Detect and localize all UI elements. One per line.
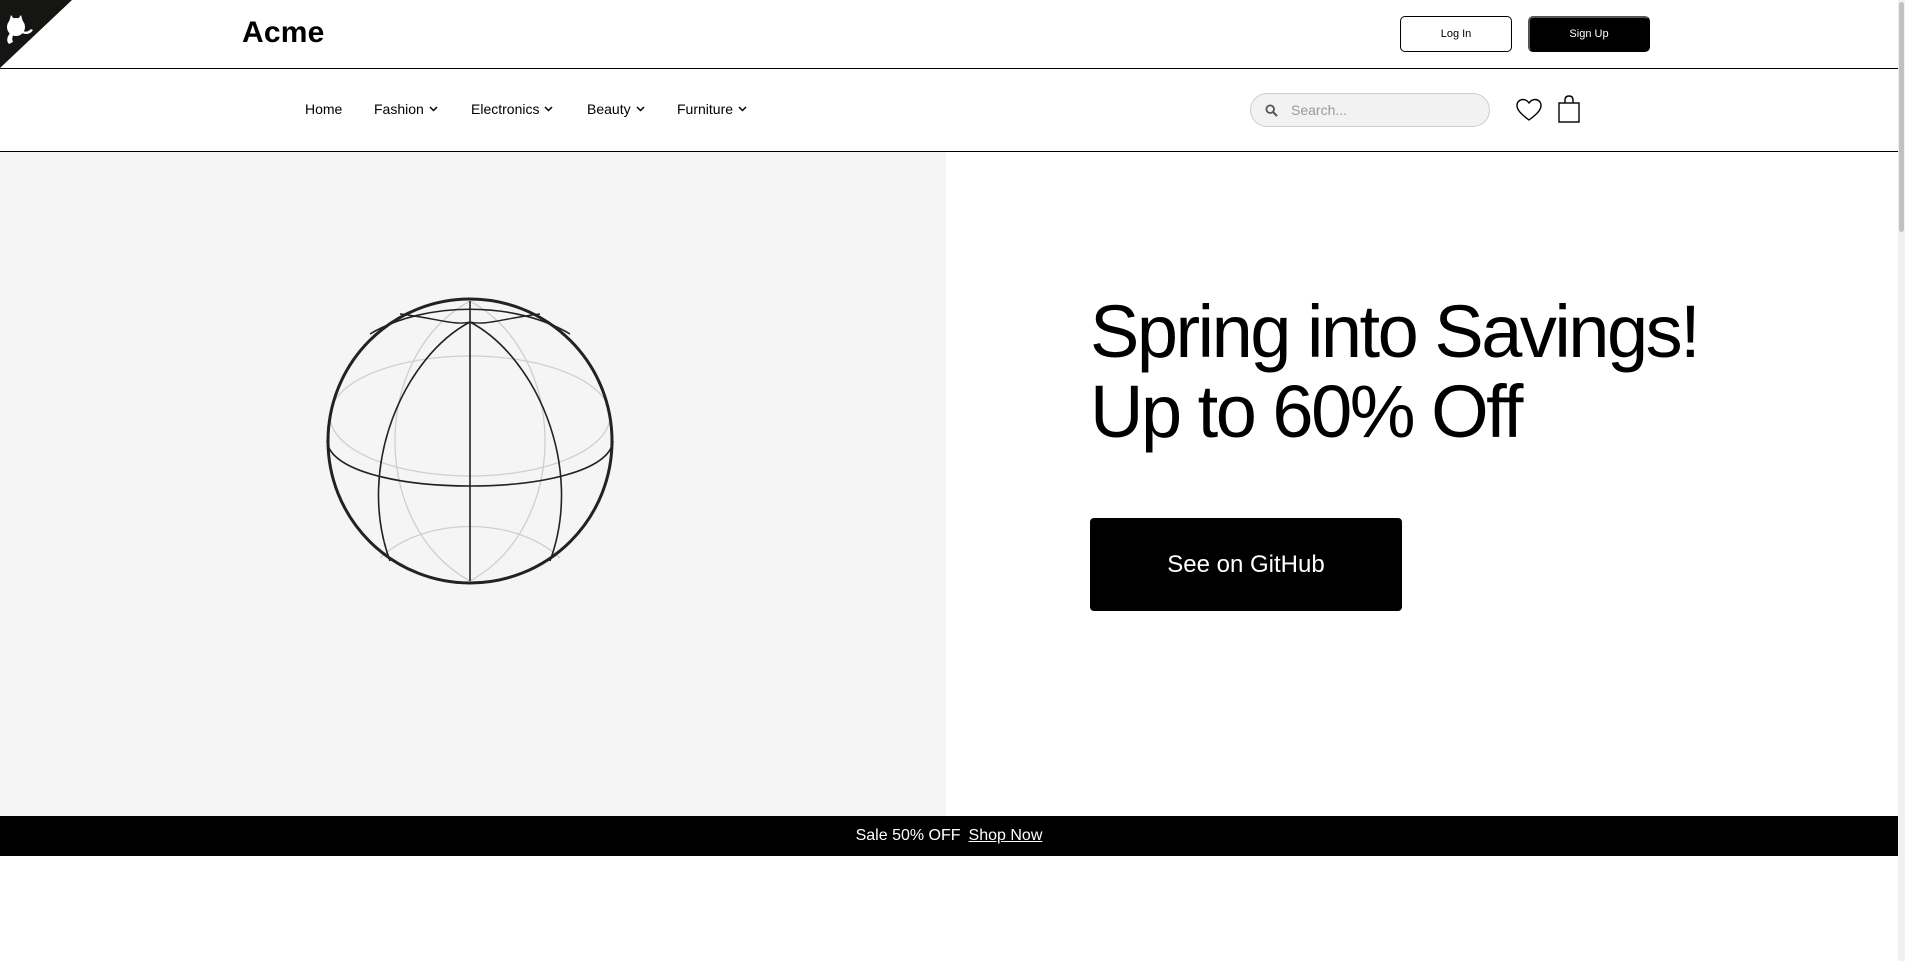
- nav-item-label: Electronics: [471, 101, 540, 117]
- search-icon: [1265, 104, 1278, 117]
- promo-text: Sale 50% OFF: [855, 827, 961, 844]
- hero-headline: Spring into Savings! Up to 60% Off: [1090, 290, 1701, 453]
- shopping-bag-icon[interactable]: [1558, 95, 1580, 123]
- nav-item-electronics[interactable]: Electronics: [471, 101, 553, 117]
- scrollbar-thumb[interactable]: [1899, 2, 1904, 232]
- wireframe-sphere-illustration: [326, 297, 614, 585]
- hero-headline-line1: Spring into Savings!: [1090, 290, 1701, 373]
- hero-image-panel: [0, 152, 946, 816]
- nav-item-label: Beauty: [587, 101, 631, 117]
- signup-button[interactable]: Sign Up: [1528, 16, 1650, 52]
- chevron-down-icon: [738, 106, 747, 112]
- chevron-down-icon: [429, 106, 438, 112]
- hero-content: Spring into Savings! Up to 60% Off See o…: [946, 152, 1898, 816]
- search-input[interactable]: [1289, 100, 1479, 120]
- top-header: Acme Log In Sign Up: [0, 0, 1898, 69]
- heart-icon[interactable]: [1516, 98, 1542, 122]
- nav-item-label: Home: [305, 101, 343, 117]
- chevron-down-icon: [544, 106, 553, 112]
- nav-item-home[interactable]: Home: [305, 101, 342, 117]
- nav-item-furniture[interactable]: Furniture: [677, 101, 747, 117]
- nav-item-beauty[interactable]: Beauty: [587, 101, 645, 117]
- site-logo[interactable]: Acme: [242, 16, 325, 50]
- hero-headline-line2: Up to 60% Off: [1090, 370, 1523, 453]
- page-scrollbar[interactable]: [1898, 0, 1905, 961]
- nav-item-label: Fashion: [374, 101, 424, 117]
- promo-banner: Sale 50% OFF Shop Now: [0, 816, 1898, 856]
- shop-now-link[interactable]: Shop Now: [969, 827, 1043, 845]
- login-button[interactable]: Log In: [1400, 16, 1512, 52]
- chevron-down-icon: [636, 106, 645, 112]
- main-nav: Home Fashion Electronics Beauty Furnitur…: [0, 69, 1898, 152]
- nav-item-fashion[interactable]: Fashion: [374, 101, 438, 117]
- search-box: [1250, 93, 1490, 127]
- see-on-github-button[interactable]: See on GitHub: [1090, 518, 1402, 611]
- nav-item-label: Furniture: [677, 101, 734, 117]
